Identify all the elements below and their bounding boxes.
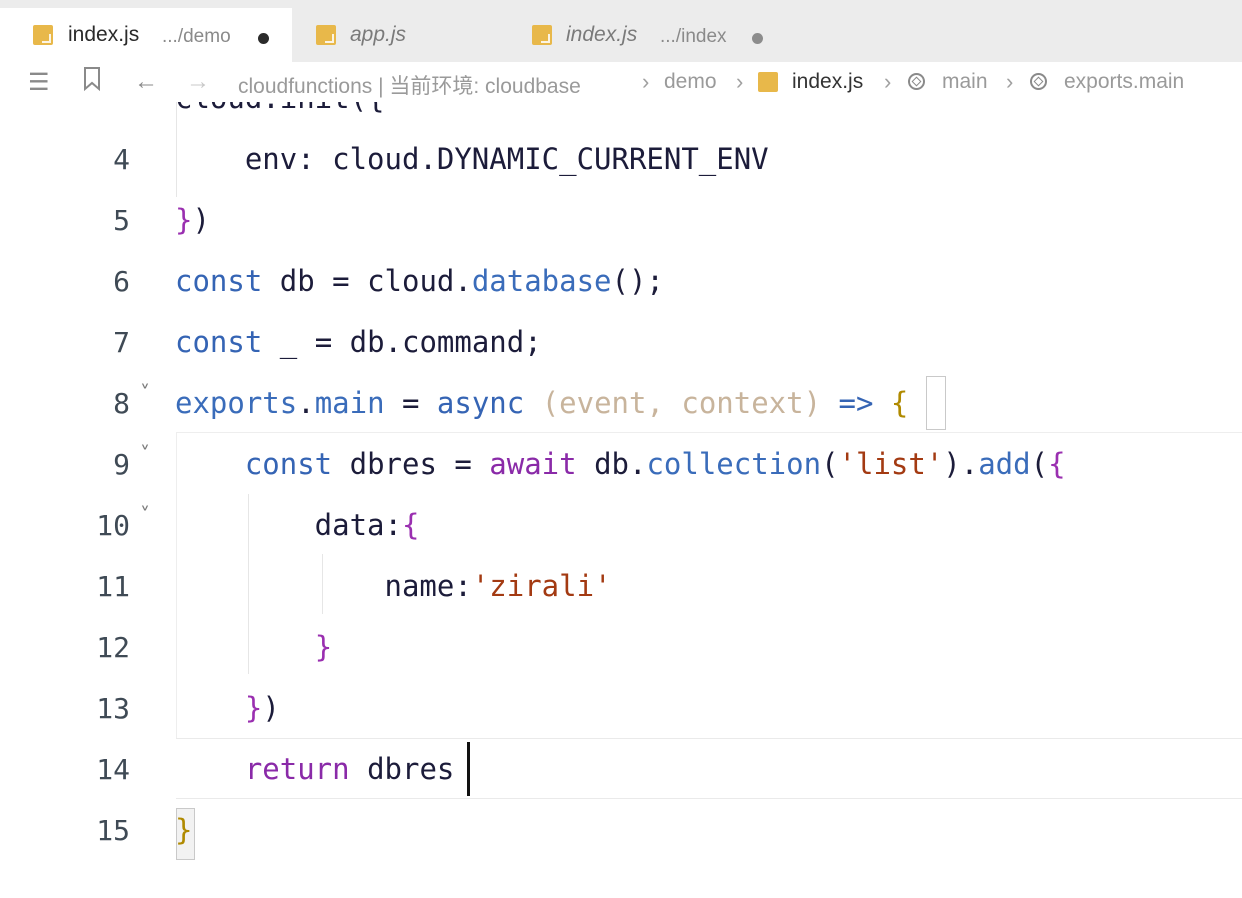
line-number: 5 — [113, 204, 130, 237]
line-number: 7 — [113, 326, 130, 359]
modified-dot-icon[interactable] — [258, 33, 269, 44]
code-line: 6 const db = cloud.database(); — [0, 251, 1242, 312]
line-number: 13 — [96, 692, 130, 725]
code-line: 11 name:'zirali' — [0, 556, 1242, 617]
code-text: data:{ — [175, 508, 420, 542]
tab-bar: index.js .../demo app.js index.js .../in… — [0, 0, 1242, 62]
forward-arrow-icon[interactable]: → — [186, 68, 210, 96]
breadcrumb-item-exports-main[interactable]: exports.main — [1064, 70, 1184, 94]
breadcrumb: ☰ ← → cloudfunctions | 当前环境: cloudbase ›… — [0, 62, 1242, 102]
breadcrumb-item-file[interactable]: index.js — [792, 70, 863, 94]
chevron-right-icon: › — [884, 69, 892, 94]
code-line: 10 ˅ data:{ — [0, 495, 1242, 556]
code-text: } — [314, 630, 333, 664]
line-number: 8 — [113, 387, 130, 420]
code-line: 9 ˅ const dbres = await db.collection('l… — [0, 434, 1242, 495]
line-number: 14 — [96, 753, 130, 786]
tab-app[interactable]: app.js — [292, 8, 508, 62]
list-icon[interactable]: ☰ — [28, 68, 50, 97]
tab-description: .../index — [660, 26, 727, 47]
modified-dot-icon[interactable] — [752, 33, 763, 44]
module-icon — [1030, 73, 1047, 90]
code-text: } — [175, 813, 193, 847]
line-number: 4 — [113, 143, 130, 176]
code-text: env: cloud.DYNAMIC_CURRENT_ENV — [175, 142, 769, 176]
line-number: 15 — [96, 814, 130, 847]
line-number: 10 — [96, 509, 130, 542]
breadcrumb-item-main[interactable]: main — [942, 70, 988, 94]
chevron-down-icon[interactable]: ˅ — [140, 381, 150, 405]
code-line: 12 } — [0, 617, 1242, 678]
code-line: 7 const _ = db.command; — [0, 312, 1242, 373]
code-text: }) — [175, 203, 210, 237]
chevron-down-icon[interactable]: ˅ — [140, 442, 150, 466]
back-arrow-icon[interactable]: ← — [134, 68, 158, 96]
js-file-icon — [532, 25, 552, 45]
chevron-right-icon: › — [1006, 69, 1014, 94]
js-file-icon — [316, 25, 336, 45]
js-file-icon — [758, 72, 778, 92]
tab-index-demo[interactable]: index.js .../demo — [0, 8, 292, 62]
code-editor[interactable]: cloud.init({ 4 env: cloud.DYNAMIC_CURREN… — [0, 102, 1242, 898]
module-icon — [908, 73, 925, 90]
tab-index-index[interactable]: index.js .../index — [508, 8, 778, 62]
code-text: exports.main = async (event, context) =>… — [175, 386, 909, 420]
tab-label: index.js — [566, 23, 638, 46]
code-text: }) — [244, 691, 280, 725]
chevron-right-icon: › — [642, 69, 650, 94]
code-line: 8 ˅ exports.main = async (event, context… — [0, 373, 1242, 434]
chevron-right-icon: › — [736, 69, 744, 94]
code-text: name:'zirali' — [175, 569, 612, 603]
bookmark-icon[interactable] — [82, 66, 102, 99]
code-line: 15 } — [0, 800, 1242, 861]
tab-label: index.js — [68, 23, 140, 46]
code-line: 14 return dbres — [0, 739, 1242, 800]
bracket-match-highlight — [926, 376, 946, 430]
code-text: cloud.init({ — [175, 102, 385, 115]
tab-label: app.js — [350, 23, 407, 46]
tab-description: .../demo — [162, 26, 231, 47]
breadcrumb-path[interactable]: cloudfunctions | 当前环境: cloudbase — [238, 70, 581, 100]
code-text: const dbres = await db.collection('list'… — [244, 447, 1066, 481]
chevron-down-icon[interactable]: ˅ — [140, 503, 150, 527]
line-number: 11 — [96, 570, 130, 603]
line-number: 6 — [113, 265, 130, 298]
code-line: 13 }) — [0, 678, 1242, 739]
code-text: const _ = db.command; — [175, 325, 542, 359]
breadcrumb-item-demo[interactable]: demo — [664, 70, 717, 94]
line-number: 12 — [96, 631, 130, 664]
code-line: cloud.init({ — [0, 102, 1242, 129]
line-number: 9 — [113, 448, 130, 481]
js-file-icon — [33, 25, 53, 45]
text-cursor — [467, 742, 470, 796]
code-line: 4 env: cloud.DYNAMIC_CURRENT_ENV — [0, 129, 1242, 190]
code-line: 5 }) — [0, 190, 1242, 251]
code-text: const db = cloud.database(); — [175, 264, 664, 298]
code-text: return dbres — [244, 752, 455, 786]
